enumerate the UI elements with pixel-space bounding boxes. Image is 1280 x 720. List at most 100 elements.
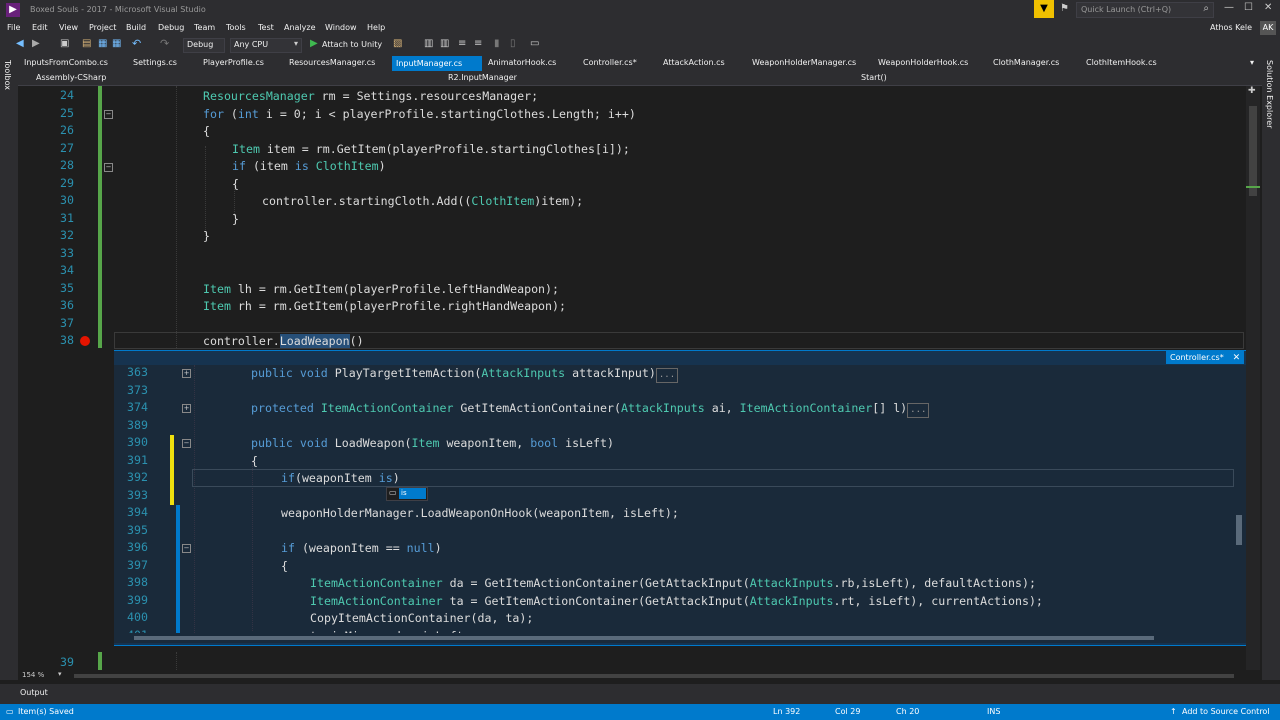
tab-inputmanager[interactable]: InputManager.cs <box>392 56 482 71</box>
close-button[interactable]: ✕ <box>1264 2 1272 13</box>
config-dropdown[interactable]: Debug <box>183 38 225 53</box>
back-icon[interactable]: ◀ <box>16 38 24 49</box>
line-number: 395 <box>127 522 148 537</box>
quick-launch-placeholder: Quick Launch (Ctrl+Q) <box>1081 5 1172 14</box>
platform-dropdown[interactable]: Any CPU ▾ <box>230 38 302 53</box>
menu-view[interactable]: View <box>59 23 78 32</box>
menu-team[interactable]: Team <box>194 23 215 32</box>
peek-scrollbar[interactable] <box>1234 365 1244 633</box>
intellisense-popup[interactable]: ▭ is <box>386 487 428 501</box>
upload-icon[interactable]: ↑ <box>1170 707 1177 716</box>
notification-flag-icon[interactable]: ⚑ <box>1060 3 1069 14</box>
open-icon[interactable]: ▤ <box>82 38 91 49</box>
peek-hscroll-thumb[interactable] <box>134 636 1154 640</box>
scroll-thumb[interactable] <box>1249 106 1257 196</box>
peek-definition-window[interactable]: Controller.cs* ✕ + + − − 363 373 374 389… <box>114 350 1246 646</box>
menu-debug[interactable]: Debug <box>158 23 184 32</box>
collapse-icon[interactable]: − <box>182 439 191 448</box>
peek-code-line: ItemActionContainer ta = GetItemActionCo… <box>310 593 1043 608</box>
toolbar-icon-b[interactable]: ▥ <box>424 38 433 49</box>
menu-window[interactable]: Window <box>325 23 357 32</box>
class-dropdown[interactable]: R2.InputManager <box>448 73 517 82</box>
chevron-down-icon[interactable]: ▾ <box>58 670 62 678</box>
redo-icon[interactable]: ↷ <box>160 37 169 50</box>
tab-clothmanager[interactable]: ClothManager.cs <box>993 58 1059 67</box>
collapse-icon[interactable]: − <box>182 544 191 553</box>
tab-playerprofile[interactable]: PlayerProfile.cs <box>203 58 264 67</box>
peek-code-line: weaponHolderManager.LoadWeaponOnHook(wea… <box>281 506 679 520</box>
toolbar-icon-c[interactable]: ▥ <box>440 38 449 49</box>
collapsed-region[interactable]: ... <box>655 368 679 383</box>
collapse-icon[interactable]: − <box>104 163 113 172</box>
tab-animatorhook[interactable]: AnimatorHook.cs <box>488 58 556 67</box>
tab-weaponholdermanager[interactable]: WeaponHolderManager.cs <box>752 58 856 67</box>
menu-project[interactable]: Project <box>89 23 116 32</box>
output-panel-tab[interactable]: Output <box>0 684 1280 704</box>
intellisense-item[interactable]: is <box>399 488 426 499</box>
code-editor[interactable]: − − 24 25 26 27 28 29 30 31 32 33 34 35 … <box>18 86 1246 680</box>
play-icon[interactable]: ▶ <box>310 38 318 49</box>
menu-help[interactable]: Help <box>367 23 385 32</box>
collapsed-region[interactable]: ... <box>907 403 930 418</box>
line-number: 34 <box>60 263 74 277</box>
new-project-icon[interactable]: ▣ <box>60 38 69 49</box>
breakpoint-warning-icon[interactable] <box>80 336 90 346</box>
peek-body[interactable]: + + − − 363 373 374 389 390 391 392 393 … <box>114 365 1246 635</box>
code-line: } <box>203 229 210 243</box>
menu-tools[interactable]: Tools <box>226 23 246 32</box>
close-icon[interactable]: ✕ <box>1233 353 1241 363</box>
peek-code-line: if(weaponItem is) <box>281 471 400 485</box>
collapse-icon[interactable]: − <box>104 110 113 119</box>
peek-code-line: CopyItemActionContainer(da, ta); <box>310 611 534 625</box>
tab-settings[interactable]: Settings.cs <box>133 58 177 67</box>
editor-hscroll[interactable] <box>74 674 1234 678</box>
tab-overflow-icon[interactable]: ▾ <box>1250 58 1254 67</box>
tab-weaponholderhook[interactable]: WeaponHolderHook.cs <box>878 58 968 67</box>
peek-scroll-thumb[interactable] <box>1236 515 1242 545</box>
user-name[interactable]: Athos Kele <box>1210 23 1252 32</box>
tab-inputsfromcombo[interactable]: InputsFromCombo.cs <box>24 58 108 67</box>
menu-edit[interactable]: Edit <box>32 23 48 32</box>
tab-attackaction[interactable]: AttackAction.cs <box>663 58 725 67</box>
filter-icon[interactable]: ▼ <box>1034 0 1054 18</box>
split-icon[interactable]: ✚ <box>1248 86 1256 96</box>
maximize-button[interactable]: ☐ <box>1244 2 1253 13</box>
toolbar-icon-d[interactable]: ≡ <box>458 38 466 49</box>
zoom-level[interactable]: 154 % <box>22 671 44 679</box>
attach-button[interactable]: Attach to Unity <box>322 40 382 49</box>
editor-scrollbar[interactable]: ✚ <box>1246 86 1260 670</box>
toolbar-icon-f[interactable]: ▮ <box>494 38 500 49</box>
expand-icon[interactable]: + <box>182 404 191 413</box>
save-all-icon[interactable]: ▦ <box>112 38 121 49</box>
toolbar-icon-e[interactable]: ≡ <box>474 38 482 49</box>
toolbar-icon-a[interactable]: ▧ <box>393 38 402 49</box>
toolbox-tab[interactable]: Toolbox <box>3 60 12 90</box>
minimize-button[interactable]: — <box>1224 2 1234 13</box>
project-dropdown[interactable]: Assembly-CSharp <box>36 73 106 82</box>
toolbar-icon-h[interactable]: ▭ <box>530 38 539 49</box>
forward-icon[interactable]: ▶ <box>32 38 40 49</box>
source-control-button[interactable]: Add to Source Control <box>1182 707 1270 716</box>
peek-title-tab[interactable]: Controller.cs* ✕ <box>1166 351 1245 364</box>
expand-icon[interactable]: + <box>182 369 191 378</box>
tab-clothitemhook[interactable]: ClothItemHook.cs <box>1086 58 1157 67</box>
menu-file[interactable]: File <box>7 23 20 32</box>
save-icon[interactable]: ▦ <box>98 38 107 49</box>
line-number: 397 <box>127 557 148 572</box>
line-number: 28 <box>60 158 74 172</box>
change-margin <box>98 652 102 672</box>
menu-test[interactable]: Test <box>258 23 274 32</box>
tab-controller[interactable]: Controller.cs* <box>583 58 637 67</box>
toolbar-icon-g[interactable]: ▯ <box>510 38 516 49</box>
menu-build[interactable]: Build <box>126 23 146 32</box>
quick-launch-input[interactable]: Quick Launch (Ctrl+Q) ⌕ <box>1076 2 1214 18</box>
avatar[interactable]: AK <box>1260 21 1276 35</box>
change-margin <box>98 86 102 348</box>
menu-analyze[interactable]: Analyze <box>284 23 316 32</box>
output-tab-label[interactable]: Output <box>20 688 48 697</box>
undo-icon[interactable]: ↶ <box>132 37 141 50</box>
solution-explorer-tab[interactable]: Solution Explorer <box>1265 60 1274 128</box>
peek-hscrollbar[interactable] <box>114 633 1246 643</box>
member-dropdown[interactable]: Start() <box>861 73 887 82</box>
tab-resourcesmanager[interactable]: ResourcesManager.cs <box>289 58 375 67</box>
